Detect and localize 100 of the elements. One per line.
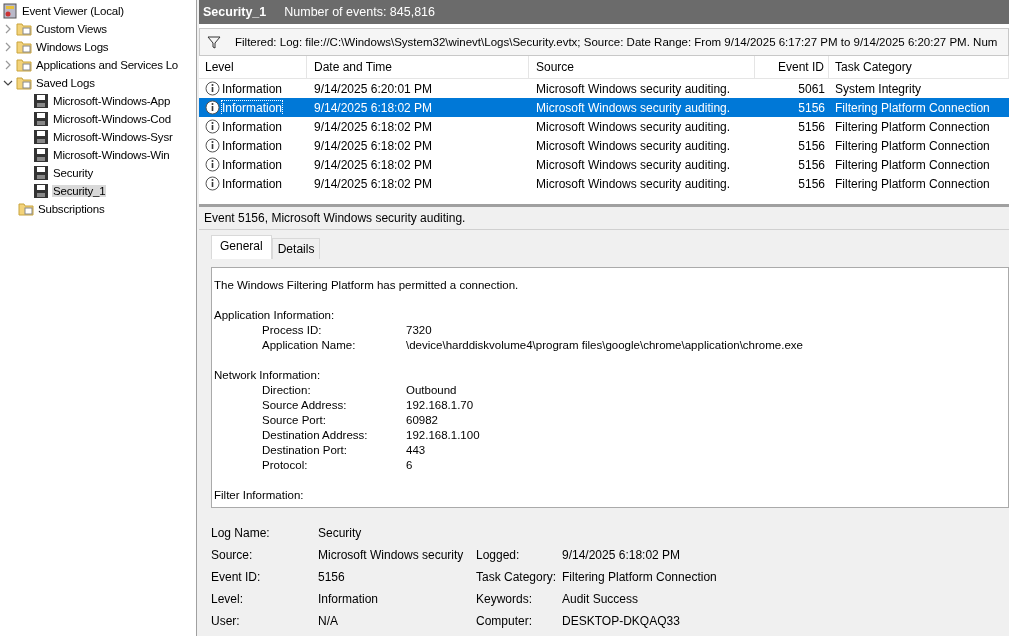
event-id-cell-text: 5156 bbox=[797, 100, 826, 115]
source-cell-text: Microsoft Windows security auditing. bbox=[535, 100, 732, 115]
field-label: Protocol: bbox=[262, 459, 309, 473]
column-header[interactable]: Source bbox=[529, 56, 755, 78]
tree-item[interactable]: Custom Views bbox=[35, 23, 108, 35]
property-label: Logged: bbox=[476, 548, 521, 562]
event-row[interactable]: Information 9/14/2025 6:18:02 PM Microsoft Windows security auditing. 5156 Filtering Platform Connection bbox=[199, 136, 1009, 155]
event-row[interactable]: Information 9/14/2025 6:20:01 PM Microsoft Windows security auditing. 5061 System Integrity bbox=[199, 79, 1009, 98]
property-value: 5156 bbox=[318, 570, 346, 584]
date-cell-text: 9/14/2025 6:18:02 PM bbox=[313, 176, 434, 191]
task-category-cell-text: Filtering Platform Connection bbox=[834, 100, 991, 115]
property-value: Information bbox=[318, 592, 380, 606]
tab[interactable]: Details bbox=[271, 238, 321, 259]
field-label: Application Name: bbox=[262, 339, 357, 353]
property-label: Keywords: bbox=[476, 592, 534, 606]
event-count: Number of events: 845,816 bbox=[284, 5, 436, 19]
task-category-cell-text: Filtering Platform Connection bbox=[834, 119, 991, 134]
information-icon bbox=[205, 119, 220, 134]
property-value: DESKTOP-DKQAQ33 bbox=[562, 614, 680, 628]
folder-icon bbox=[18, 201, 34, 217]
date-cell-text: 9/14/2025 6:18:02 PM bbox=[313, 119, 434, 134]
information-icon bbox=[205, 157, 220, 172]
task-category-cell-text: Filtering Platform Connection bbox=[834, 176, 991, 191]
level-text: Information bbox=[222, 81, 283, 96]
tree-item[interactable]: Applications and Services Lo bbox=[35, 59, 180, 71]
event-id-cell-text: 5156 bbox=[797, 176, 826, 191]
section-heading: Application Information: bbox=[214, 309, 336, 323]
tree-item[interactable]: Microsoft-Windows-Cod bbox=[52, 113, 172, 125]
property-value: N/A bbox=[318, 614, 339, 628]
property-value: Audit Success bbox=[562, 592, 639, 606]
field-value: \device\harddiskvolume4\program files\google\chrome\application\chrome.exe bbox=[406, 339, 803, 353]
column-header[interactable]: Level bbox=[199, 56, 307, 78]
tab[interactable]: General bbox=[211, 235, 272, 259]
source-cell-text: Microsoft Windows security auditing. bbox=[535, 138, 732, 153]
field-label: Source Address: bbox=[262, 399, 348, 413]
information-icon bbox=[205, 176, 220, 191]
tree-item[interactable]: Event Viewer (Local) bbox=[21, 5, 125, 17]
field-label: Process ID: bbox=[262, 324, 323, 338]
field-value: 192.168.1.70 bbox=[406, 399, 474, 413]
tree-item[interactable]: Saved Logs bbox=[35, 77, 96, 89]
task-category-cell-text: Filtering Platform Connection bbox=[834, 157, 991, 172]
event-row[interactable]: Information 9/14/2025 6:18:02 PM Microsoft Windows security auditing. 5156 Filtering Platform Connection bbox=[199, 117, 1009, 136]
tree-item[interactable]: Windows Logs bbox=[35, 41, 110, 53]
collapse-chevron-icon[interactable] bbox=[3, 78, 13, 88]
section-heading: Filter Information: bbox=[214, 489, 305, 503]
field-value: 443 bbox=[406, 444, 426, 458]
folder-icon bbox=[16, 75, 32, 91]
expand-chevron-icon[interactable] bbox=[3, 60, 13, 70]
message-text: The Windows Filtering Platform has permitted a connection. bbox=[214, 279, 520, 293]
level-text: Information bbox=[222, 138, 283, 153]
event-id-cell-text: 5156 bbox=[797, 157, 826, 172]
tree-item[interactable]: Microsoft-Windows-App bbox=[52, 95, 172, 107]
event-row[interactable]: Information 9/14/2025 6:18:02 PM Microsoft Windows security auditing. 5156 Filtering Platform Connection bbox=[199, 155, 1009, 174]
property-label: Log Name: bbox=[211, 526, 271, 540]
tree-item[interactable]: Microsoft-Windows-Sysr bbox=[52, 131, 174, 143]
event-id-cell-text: 5156 bbox=[797, 138, 826, 153]
task-category-cell-text: Filtering Platform Connection bbox=[834, 138, 991, 153]
field-value: 60982 bbox=[406, 414, 438, 428]
tree-item[interactable]: Microsoft-Windows-Win bbox=[52, 149, 171, 161]
source-cell-text: Microsoft Windows security auditing. bbox=[535, 81, 732, 96]
property-label: Computer: bbox=[476, 614, 534, 628]
source-cell-text: Microsoft Windows security auditing. bbox=[535, 176, 732, 191]
date-cell-text: 9/14/2025 6:20:01 PM bbox=[313, 81, 434, 96]
field-label: Destination Port: bbox=[262, 444, 348, 458]
log-title: Security_1 bbox=[203, 5, 267, 19]
field-value: Outbound bbox=[406, 384, 457, 398]
property-value: Microsoft Windows security bbox=[318, 548, 465, 562]
field-label: Destination Address: bbox=[262, 429, 369, 443]
date-cell-text: 9/14/2025 6:18:02 PM bbox=[313, 157, 434, 172]
level-text: Information bbox=[222, 176, 283, 191]
property-label: Level: bbox=[211, 592, 245, 606]
event-row[interactable]: Information 9/14/2025 6:18:02 PM Microsoft Windows security auditing. 5156 Filtering Platform Connection bbox=[199, 98, 1009, 117]
expand-chevron-icon[interactable] bbox=[3, 24, 13, 34]
level-text: Information bbox=[222, 157, 283, 172]
source-cell-text: Microsoft Windows security auditing. bbox=[535, 119, 732, 134]
information-icon bbox=[205, 81, 220, 96]
property-value: Filtering Platform Connection bbox=[562, 570, 717, 584]
property-value: 9/14/2025 6:18:02 PM bbox=[562, 548, 681, 562]
level-text: Information bbox=[222, 119, 283, 134]
tree-item[interactable]: Subscriptions bbox=[37, 203, 106, 215]
tree-item[interactable]: Security bbox=[52, 167, 94, 179]
event-viewer-icon bbox=[2, 3, 18, 19]
folder-icon bbox=[16, 39, 32, 55]
field-label: Direction: bbox=[262, 384, 312, 398]
column-header[interactable]: Event ID bbox=[755, 56, 829, 78]
folder-icon bbox=[16, 21, 32, 37]
property-label: Source: bbox=[211, 548, 254, 562]
date-cell-text: 9/14/2025 6:18:02 PM bbox=[313, 138, 434, 153]
column-header[interactable]: Date and Time bbox=[307, 56, 529, 78]
field-value: 7320 bbox=[406, 324, 432, 338]
event-title: Event 5156, Microsoft Windows security auditing. bbox=[199, 207, 1009, 230]
event-row[interactable]: Information 9/14/2025 6:18:02 PM Microsoft Windows security auditing. 5156 Filtering Platform Connection bbox=[199, 174, 1009, 193]
section-heading: Network Information: bbox=[214, 369, 322, 383]
column-header[interactable]: Task Category bbox=[829, 56, 1009, 78]
expand-chevron-icon[interactable] bbox=[3, 42, 13, 52]
filter-icon bbox=[207, 35, 221, 49]
information-icon bbox=[205, 100, 220, 115]
date-cell-text: 9/14/2025 6:18:02 PM bbox=[313, 100, 434, 115]
source-cell-text: Microsoft Windows security auditing. bbox=[535, 157, 732, 172]
tree-item[interactable]: Security_1 bbox=[52, 185, 107, 197]
